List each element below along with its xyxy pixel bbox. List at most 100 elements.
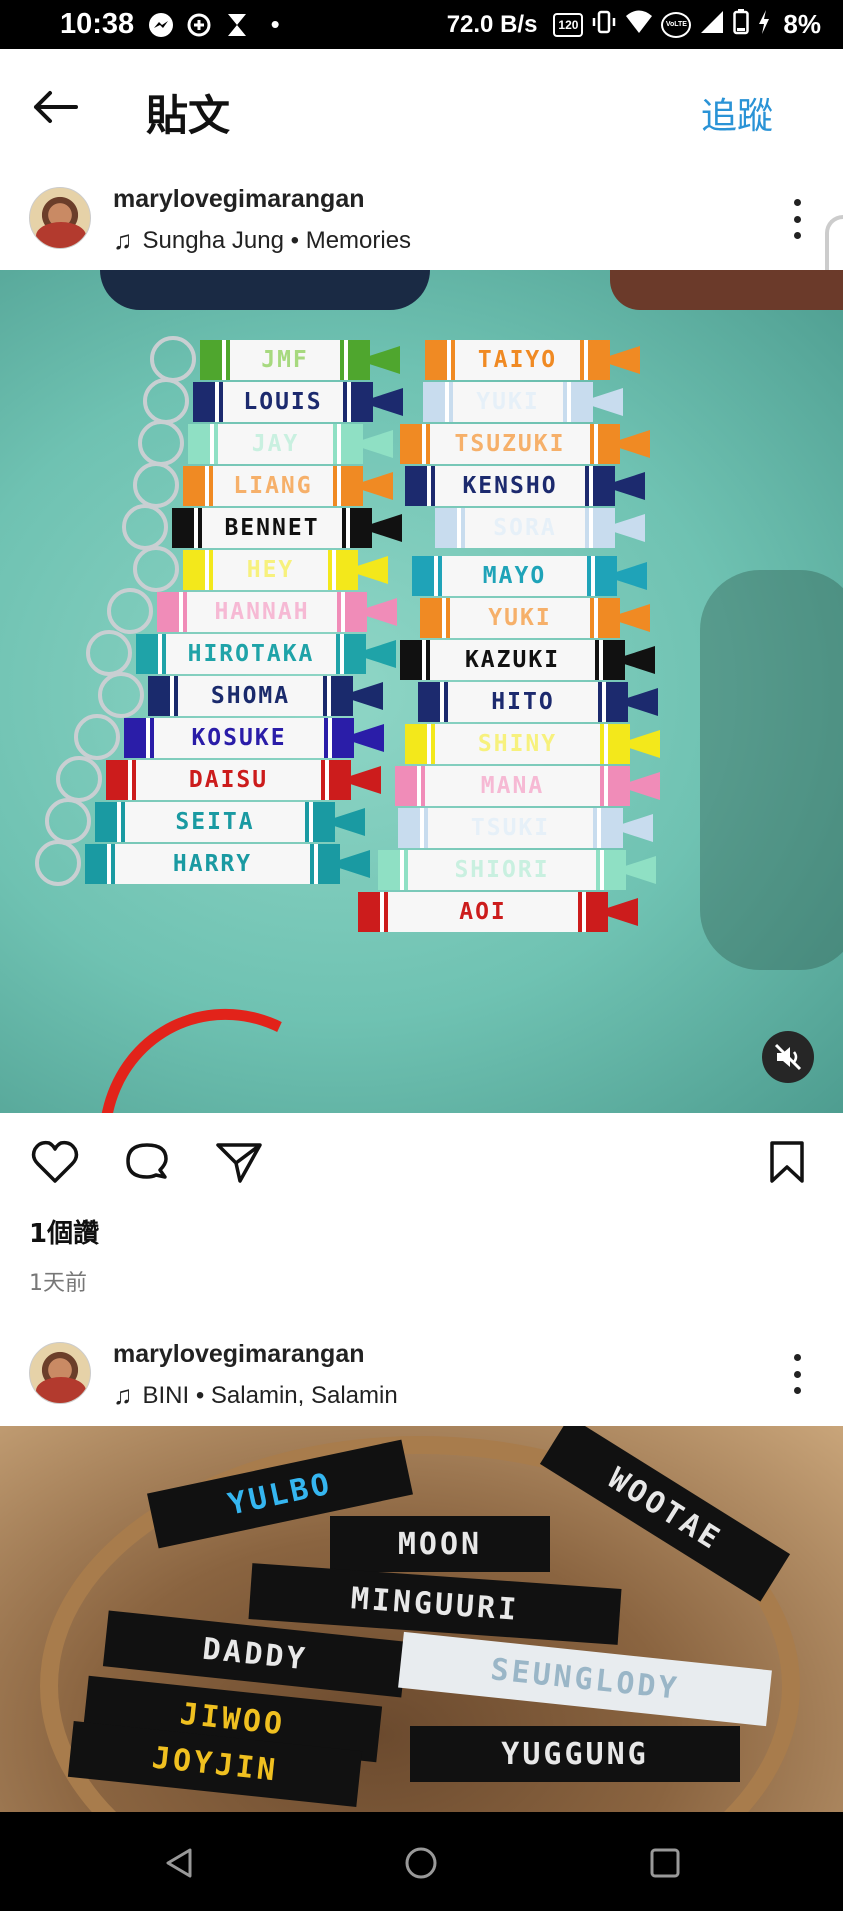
left-ring <box>86 630 132 676</box>
tag-label: LIANG <box>233 473 313 499</box>
left-tag: BENNET <box>172 508 372 548</box>
home-nav-button[interactable] <box>404 1846 438 1880</box>
tag-label: KAZUKI <box>464 647 561 673</box>
tassel <box>625 646 655 674</box>
speech-bubble-icon <box>126 1143 168 1179</box>
hd-badge-icon: 120 <box>553 12 584 37</box>
comment-button[interactable] <box>122 1137 172 1187</box>
tassel <box>351 766 381 794</box>
mute-button[interactable] <box>762 1031 814 1083</box>
bookmark-icon <box>770 1141 804 1183</box>
vibrate-icon <box>591 9 617 40</box>
square-recents-icon <box>650 1848 680 1878</box>
music-info[interactable]: ♫ BINI • Salamin, Salamin <box>113 1380 398 1411</box>
basket-tag: YUGGUNG <box>410 1726 740 1782</box>
tag-label: HIROTAKA <box>187 641 315 667</box>
left-ring <box>74 714 120 760</box>
right-tag: TSUKI <box>398 808 623 848</box>
share-button[interactable] <box>214 1137 264 1187</box>
more-options-button[interactable] <box>787 1354 807 1394</box>
left-ring <box>45 798 91 844</box>
tassel <box>615 514 645 542</box>
tassel <box>630 730 660 758</box>
paper-plane-icon <box>216 1143 262 1183</box>
tag-label: KENSHO <box>462 473 558 499</box>
save-button[interactable] <box>762 1137 812 1187</box>
brown-item-top <box>610 270 843 310</box>
tag-label: BENNET <box>224 515 320 541</box>
basket-tag-label: JOYJIN <box>150 1739 280 1789</box>
tassel <box>628 688 658 716</box>
more-options-button[interactable] <box>787 199 807 239</box>
dot-icon: • <box>270 9 280 39</box>
tag-label: HANNAH <box>214 599 310 625</box>
left-tag: HEY <box>183 550 358 590</box>
tassel <box>366 640 396 668</box>
tag-label: KOSUKE <box>191 725 287 751</box>
post-header: marylovegimarangan ♫ Sungha Jung • Memor… <box>0 167 843 295</box>
left-tag: HARRY <box>85 844 340 884</box>
tassel <box>363 472 393 500</box>
volte-icon: VoLTE <box>661 11 692 38</box>
tag-label: SHOMA <box>210 683 291 709</box>
tassel <box>335 808 365 836</box>
tassel <box>608 898 638 926</box>
like-button[interactable] <box>30 1137 80 1187</box>
tassel <box>367 598 397 626</box>
tag-label: TAIYO <box>477 347 558 373</box>
left-ring <box>150 336 196 382</box>
post-header: marylovegimarangan ♫ BINI • Salamin, Sal… <box>0 1322 843 1424</box>
navigation-bar <box>0 1812 843 1911</box>
tassel <box>623 814 653 842</box>
left-ring <box>107 588 153 634</box>
avatar[interactable] <box>29 1342 91 1404</box>
post-time: 1天前 <box>29 1271 87 1296</box>
tassel <box>620 604 650 632</box>
music-info[interactable]: ♫ Sungha Jung • Memories <box>113 225 411 256</box>
avatar[interactable] <box>29 187 91 249</box>
recents-nav-button[interactable] <box>648 1846 682 1880</box>
basket-tag-label: YULBO <box>224 1465 336 1523</box>
right-tag: TSUZUKI <box>400 424 620 464</box>
basket-tag-label: MOON <box>397 1526 483 1562</box>
like-count[interactable]: 1個讚 <box>29 1213 99 1250</box>
back-nav-button[interactable] <box>162 1846 196 1880</box>
left-tag: SEITA <box>95 802 335 842</box>
tag-label: HEY <box>246 557 295 583</box>
wifi-icon <box>625 9 653 40</box>
left-tag: SHOMA <box>148 676 353 716</box>
tassel <box>610 346 640 374</box>
tassel <box>353 682 383 710</box>
hd-badge-text: 120 <box>558 17 579 32</box>
right-tag: SHINY <box>405 724 630 764</box>
left-ring <box>133 462 179 508</box>
tag-label: SHINY <box>477 731 558 757</box>
charging-icon <box>757 9 771 40</box>
tag-label: DAISU <box>188 767 269 793</box>
post-image[interactable]: JMF LOUIS JAY LIANG BENNET HEY HANNAH HIROTAKA S… <box>0 270 843 1113</box>
tassel <box>340 850 370 878</box>
follow-button[interactable]: 追蹤 <box>701 87 773 139</box>
back-button[interactable] <box>30 87 80 127</box>
tassel <box>615 472 645 500</box>
tag-label: HARRY <box>172 851 253 877</box>
network-speed: 72.0 B/s <box>446 10 538 38</box>
tag-label: HITO <box>491 689 555 715</box>
red-circle-annotation <box>60 971 400 1113</box>
tassel <box>626 856 656 884</box>
basket-tag-label: DADDY <box>200 1631 310 1677</box>
page-title: 貼文 <box>146 91 231 140</box>
tassel <box>363 430 393 458</box>
battery-percent: 8% <box>783 9 821 39</box>
username[interactable]: marylovegimarangan <box>113 185 365 214</box>
username[interactable]: marylovegimarangan <box>113 1340 365 1369</box>
left-tag: KOSUKE <box>124 718 354 758</box>
status-time: 10:38 <box>60 8 135 40</box>
right-tag: TAIYO <box>425 340 610 380</box>
status-right: 72.0 B/s 120 VoLTE 8% <box>447 9 821 40</box>
app-header: 貼文 追蹤 <box>0 49 843 167</box>
tag-label: JMF <box>261 347 309 373</box>
left-ring <box>98 672 144 718</box>
right-tag: YUKI <box>420 598 620 638</box>
post-image[interactable]: YULBO MOON WOOTAE MINGUURI DADDY SEUNGLODY JIW… <box>0 1426 843 1812</box>
